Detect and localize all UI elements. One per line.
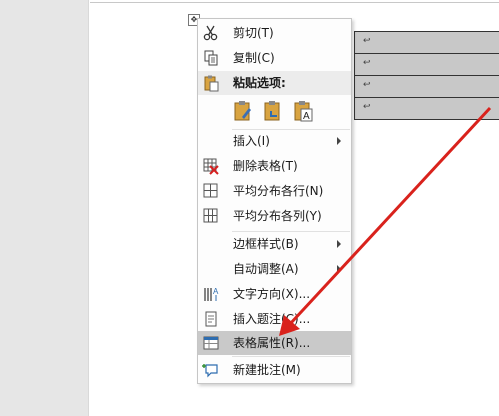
delete-table-icon <box>203 158 219 175</box>
distribute-cols-icon <box>203 208 218 223</box>
page-top-border <box>90 0 499 3</box>
paste-merge-icon[interactable] <box>262 99 284 123</box>
word-table[interactable]: ↩ ↩ ↩ ↩ <box>354 31 499 120</box>
menu-item-label: 平均分布各行(N) <box>233 184 324 198</box>
menu-item-new-comment[interactable]: 新建批注(M) <box>198 358 351 382</box>
submenu-arrow-icon <box>337 240 341 248</box>
menu-item-table-properties[interactable]: 表格属性(R)... <box>198 331 351 355</box>
submenu-arrow-icon <box>337 137 341 145</box>
menu-item-delete-table[interactable]: 删除表格(T) <box>198 154 351 178</box>
cell-end-mark: ↩ <box>363 102 371 112</box>
paste-keep-format-icon[interactable] <box>232 99 254 123</box>
menu-separator <box>232 356 350 357</box>
table-properties-icon <box>203 336 219 350</box>
menu-item-text-direction[interactable]: A 文字方向(X)... <box>198 282 351 306</box>
menu-item-label: 插入(I) <box>233 134 270 148</box>
cell-end-mark: ↩ <box>363 36 371 46</box>
paste-icon <box>204 75 219 92</box>
menu-item-label: 删除表格(T) <box>233 159 298 173</box>
context-menu: 剪切(T) 复制(C) 粘贴选项: A 插入(I) 删除表格(T) 平均分布各行… <box>197 18 352 384</box>
menu-item-label: 插入题注(C)... <box>233 312 311 326</box>
menu-item-label: 剪切(T) <box>233 26 274 40</box>
menu-item-distribute-rows[interactable]: 平均分布各行(N) <box>198 179 351 203</box>
submenu-arrow-icon <box>337 265 341 273</box>
menu-item-label: 边框样式(B) <box>233 237 299 251</box>
distribute-rows-icon <box>203 183 218 198</box>
menu-item-insert-caption[interactable]: 插入题注(C)... <box>198 307 351 331</box>
menu-item-copy[interactable]: 复制(C) <box>198 46 351 70</box>
scissors-icon <box>203 25 218 41</box>
text-direction-icon: A <box>204 287 219 301</box>
menu-item-insert[interactable]: 插入(I) <box>198 129 351 153</box>
menu-item-label: 新建批注(M) <box>233 363 301 377</box>
paste-options-heading: 粘贴选项: <box>198 71 351 95</box>
menu-item-label: 自动调整(A) <box>233 262 299 276</box>
svg-text:A: A <box>213 287 219 296</box>
table-row[interactable]: ↩ <box>355 76 499 98</box>
cell-end-mark: ↩ <box>363 58 371 68</box>
table-row[interactable]: ↩ <box>355 32 499 54</box>
paste-options-row: A <box>228 99 328 125</box>
menu-item-label: 表格属性(R)... <box>233 336 311 350</box>
copy-icon <box>204 50 218 66</box>
menu-item-label: 平均分布各列(Y) <box>233 209 322 223</box>
menu-item-autofit[interactable]: 自动调整(A) <box>198 257 351 281</box>
menu-item-cut[interactable]: 剪切(T) <box>198 21 351 45</box>
table-row[interactable]: ↩ <box>355 54 499 76</box>
table-row[interactable]: ↩ <box>355 98 499 120</box>
insert-caption-icon <box>205 311 217 327</box>
menu-item-label: 文字方向(X)... <box>233 287 311 301</box>
new-comment-icon <box>202 364 218 378</box>
menu-item-distribute-cols[interactable]: 平均分布各列(Y) <box>198 204 351 228</box>
cell-end-mark: ↩ <box>363 80 371 90</box>
paste-options-label: 粘贴选项: <box>233 76 286 90</box>
menu-item-border-styles[interactable]: 边框样式(B) <box>198 232 351 256</box>
paste-text-only-icon[interactable]: A <box>292 99 314 123</box>
menu-item-label: 复制(C) <box>233 51 275 65</box>
svg-text:A: A <box>303 111 310 122</box>
